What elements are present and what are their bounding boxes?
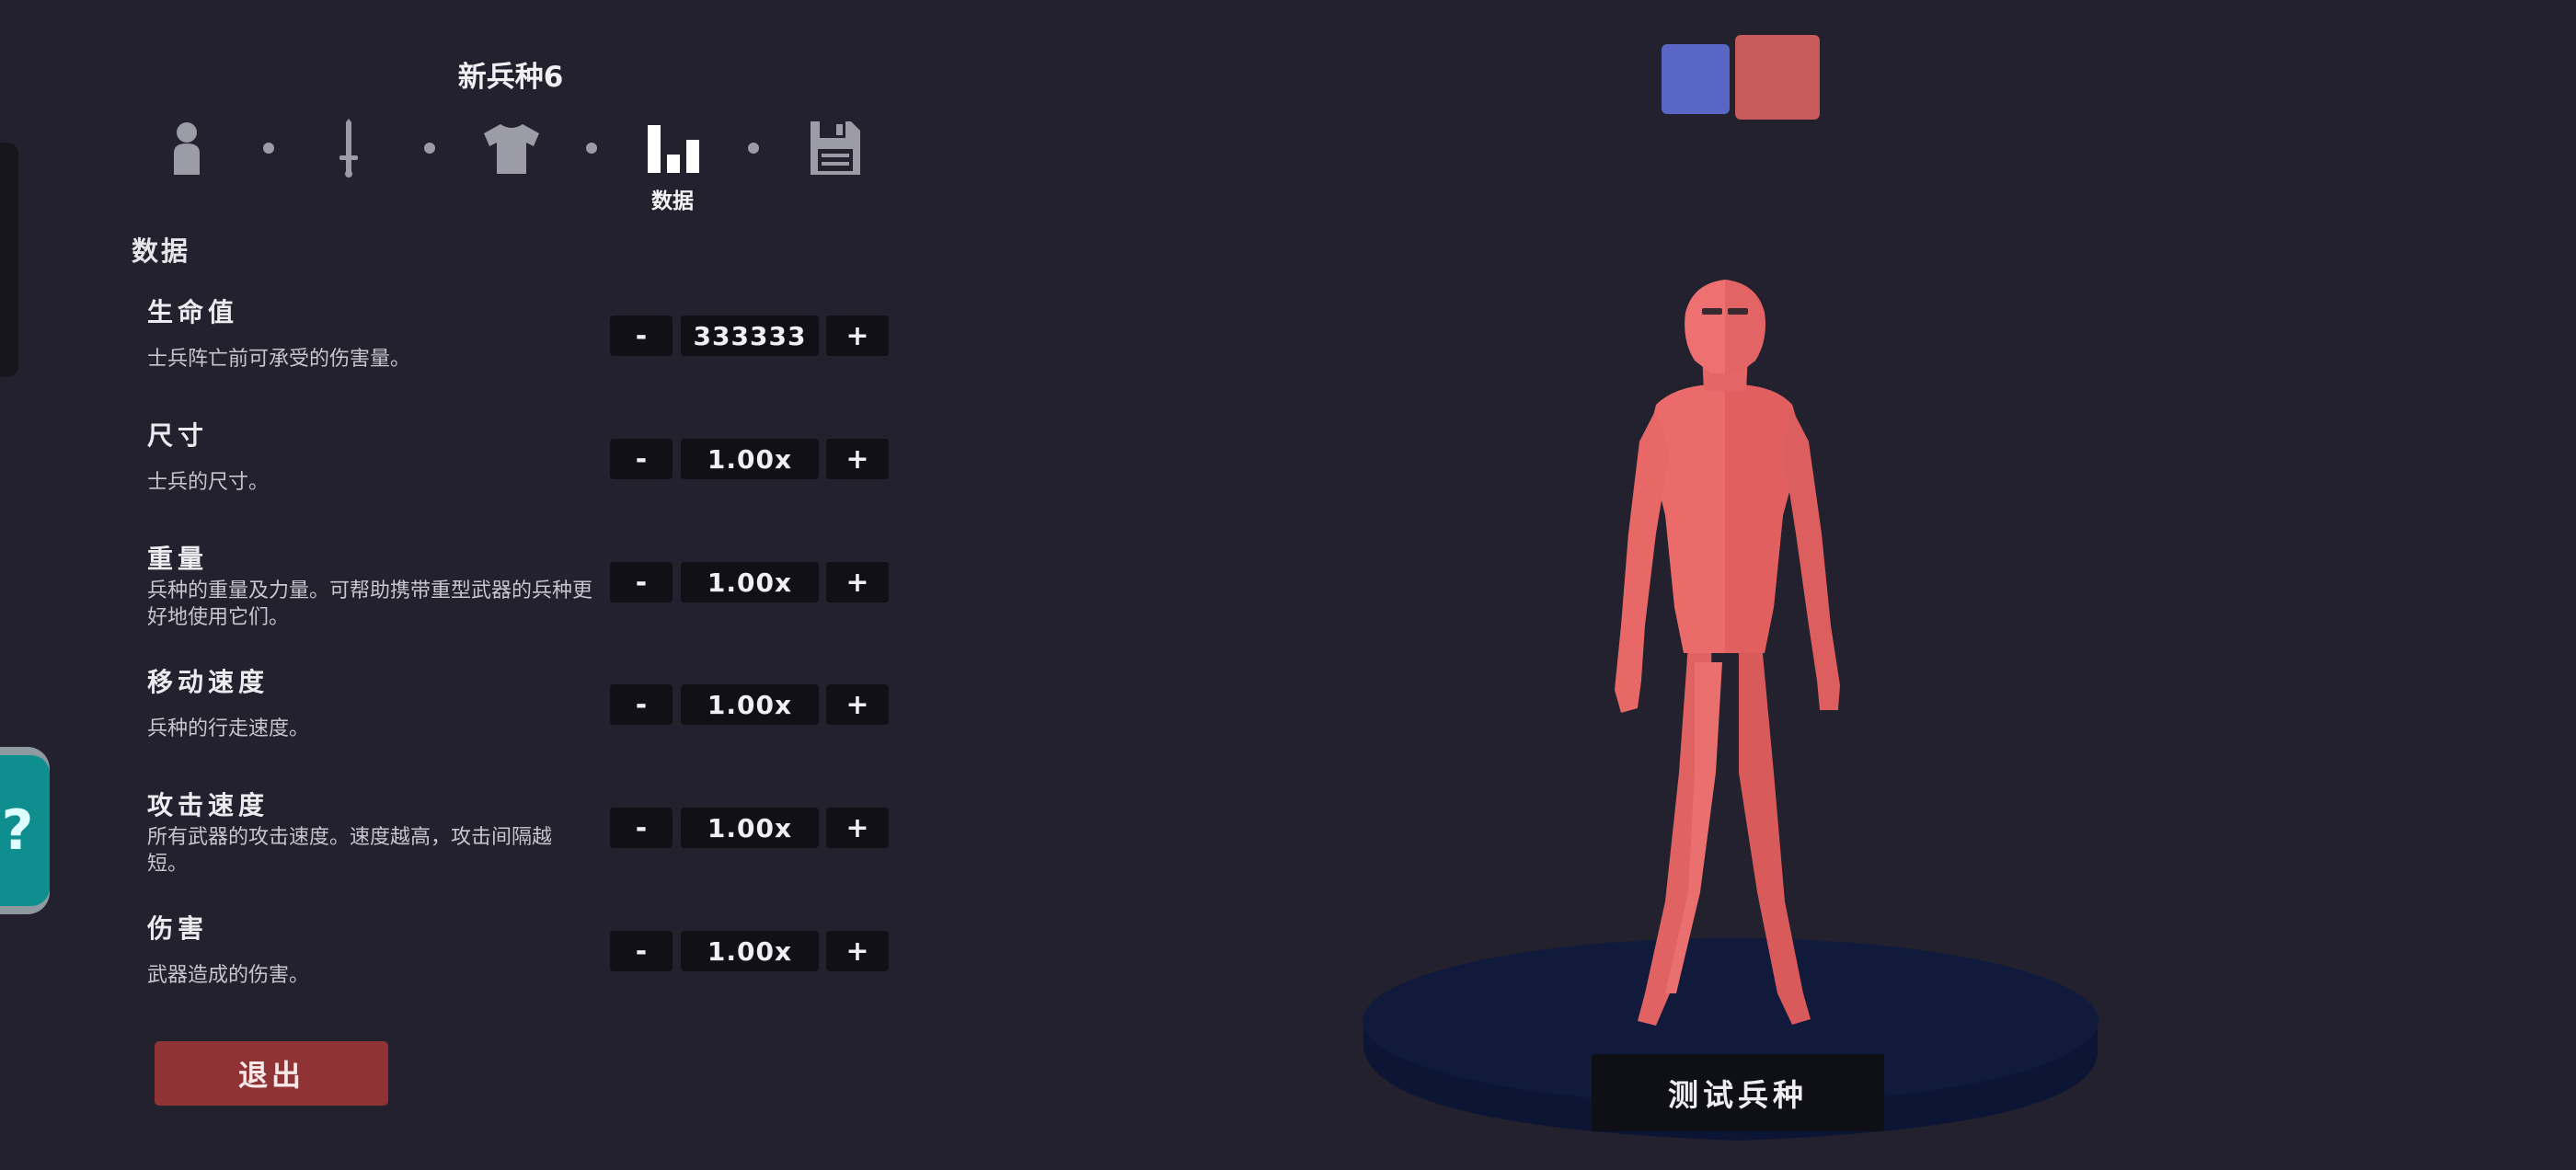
step-separator-dot (424, 143, 435, 154)
unit-title: 新兵种6 (457, 61, 564, 94)
stat-name-attack-speed: 攻击速度 (147, 790, 270, 820)
stat-desc-health: 士兵阵亡前可承受的伤害量。 (147, 348, 411, 371)
move-speed-value-field[interactable]: 1.00x (681, 684, 819, 725)
person-icon (174, 122, 200, 175)
attack-speed-increase-button[interactable]: + (826, 808, 889, 848)
sword-icon (339, 119, 358, 178)
size-value-field[interactable]: 1.00x (681, 439, 819, 479)
health-decrease-button[interactable]: - (610, 315, 673, 356)
step-clothing-button[interactable] (479, 115, 544, 181)
stat-desc-damage: 武器造成的伤害。 (147, 964, 310, 987)
assistant-icon: ? (0, 755, 50, 906)
section-title: 数据 (132, 235, 191, 267)
health-value-field[interactable]: 333333 (681, 315, 819, 356)
team-red-swatch[interactable] (1735, 35, 1820, 120)
move-speed-increase-button[interactable]: + (826, 684, 889, 725)
team-blue-swatch[interactable] (1662, 44, 1730, 114)
exit-button[interactable]: 退出 (155, 1041, 388, 1106)
stat-desc-move-speed: 兵种的行走速度。 (147, 717, 310, 740)
step-stats-label: 数据 (651, 189, 694, 213)
size-decrease-button[interactable]: - (610, 439, 673, 479)
stat-desc-weight: 兵种的重量及力量。可帮助携带重型武器的兵种更好地使用它们。 (147, 579, 593, 629)
step-appearance-button[interactable] (155, 115, 219, 181)
floppy-disk-icon (811, 121, 860, 175)
stat-desc-size: 士兵的尺寸。 (147, 471, 270, 494)
damage-value-field[interactable]: 1.00x (681, 931, 819, 971)
test-unit-button[interactable]: 测试兵种 (1592, 1054, 1884, 1131)
bar-chart-icon (648, 125, 699, 173)
side-panel-tab[interactable] (0, 143, 18, 377)
stat-name-size: 尺寸 (147, 420, 209, 451)
attack-speed-value-field[interactable]: 1.00x (681, 808, 819, 848)
size-increase-button[interactable]: + (826, 439, 889, 479)
step-separator-dot (263, 143, 274, 154)
weight-increase-button[interactable]: + (826, 562, 889, 602)
stat-name-weight: 重量 (147, 544, 209, 574)
stat-desc-attack-speed: 所有武器的攻击速度。速度越高，攻击间隔越短。 (147, 826, 553, 876)
step-separator-dot (748, 143, 759, 154)
weight-decrease-button[interactable]: - (610, 562, 673, 602)
stat-name-move-speed: 移动速度 (147, 667, 270, 697)
unit-figure (1615, 280, 1840, 1026)
shirt-icon (484, 124, 539, 174)
weight-value-field[interactable]: 1.00x (681, 562, 819, 602)
step-stats-button[interactable] (641, 115, 706, 181)
health-increase-button[interactable]: + (826, 315, 889, 356)
step-save-button[interactable] (803, 115, 868, 181)
unit-preview[interactable] (1352, 258, 2125, 1159)
step-separator-dot (586, 143, 597, 154)
floating-assistant-button[interactable]: ? (0, 747, 50, 914)
attack-speed-decrease-button[interactable]: - (610, 808, 673, 848)
move-speed-decrease-button[interactable]: - (610, 684, 673, 725)
damage-decrease-button[interactable]: - (610, 931, 673, 971)
stat-name-damage: 伤害 (147, 913, 209, 944)
stat-name-health: 生命值 (147, 297, 239, 327)
damage-increase-button[interactable]: + (826, 931, 889, 971)
step-weapons-button[interactable] (316, 115, 381, 181)
